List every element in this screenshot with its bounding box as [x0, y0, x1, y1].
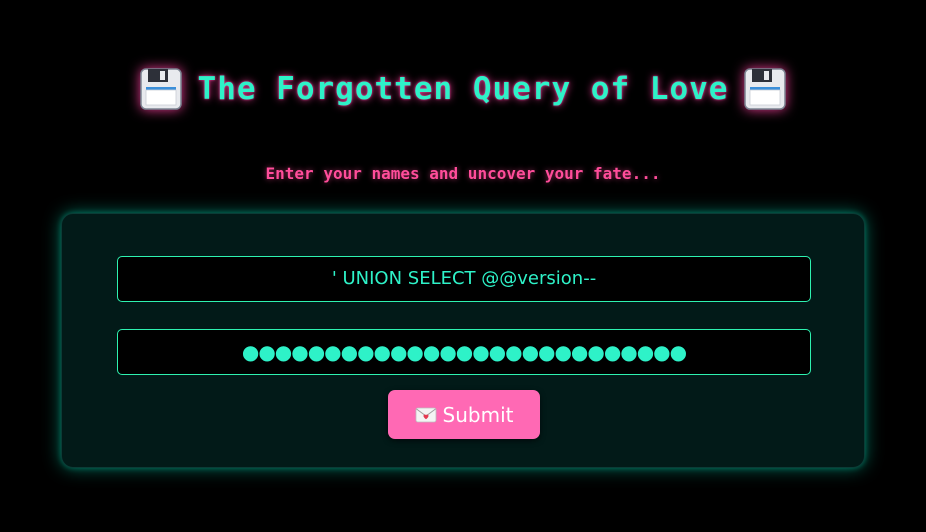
tagline: Enter your names and uncover your fate..… — [265, 164, 661, 183]
love-letter-icon — [415, 407, 436, 422]
floppy-disk-icon — [139, 68, 182, 110]
page-title-row: The Forgotten Query of Love — [0, 66, 926, 112]
submit-button-label: Submit — [442, 402, 514, 427]
password-input[interactable]: ●●●●●●●●●●●●●●●●●●●●●●●●●●● — [117, 329, 811, 375]
submit-button[interactable]: Submit — [388, 390, 540, 439]
page-title: The Forgotten Query of Love — [197, 71, 729, 107]
floppy-disk-icon — [744, 68, 787, 110]
username-input[interactable]: ' UNION SELECT @@version-- — [117, 256, 811, 302]
form-card: ' UNION SELECT @@version-- ●●●●●●●●●●●●●… — [61, 213, 865, 468]
